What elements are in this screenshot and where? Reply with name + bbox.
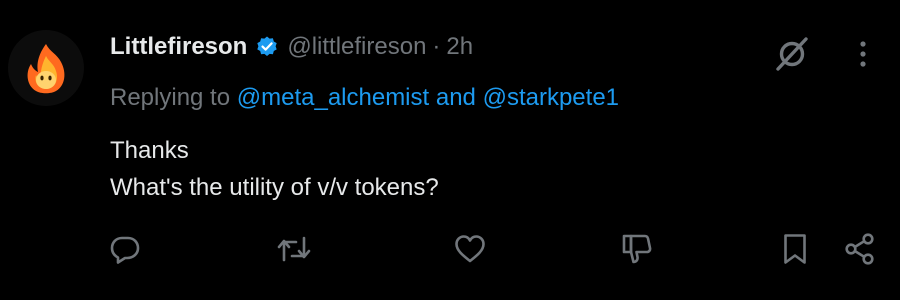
verified-badge-icon — [255, 35, 279, 59]
like-icon[interactable] — [450, 229, 490, 269]
post-text-line: Thanks — [110, 137, 189, 164]
post-header: Littlefireson @littlefireson · 2h — [110, 30, 473, 64]
post-text: Thanks What's the utility of v/v tokens? — [110, 132, 439, 206]
grok-icon[interactable] — [770, 32, 814, 76]
more-options-icon[interactable] — [848, 32, 878, 76]
replying-prefix: Replying to — [110, 84, 231, 111]
fire-emoji-icon — [27, 44, 65, 94]
reply-icon[interactable] — [105, 229, 145, 269]
mention-link[interactable]: @meta_alchemist — [237, 84, 429, 111]
display-name[interactable]: Littlefireson — [110, 30, 247, 64]
user-handle[interactable]: @littlefireson — [287, 30, 426, 64]
separator-dot: · — [432, 33, 441, 60]
share-icon[interactable] — [840, 229, 880, 269]
repost-icon[interactable] — [274, 229, 314, 269]
post-text-line: What's the utility of v/v tokens? — [110, 174, 439, 201]
replying-to: Replying to @meta_alchemist and @starkpe… — [110, 81, 619, 115]
mention-link[interactable]: @starkpete1 — [483, 84, 619, 111]
mention-joiner: and — [435, 84, 476, 111]
avatar[interactable] — [8, 30, 84, 106]
downvote-icon[interactable] — [617, 229, 657, 269]
post-timestamp[interactable]: 2h — [446, 30, 473, 64]
bookmark-icon[interactable] — [775, 229, 815, 269]
